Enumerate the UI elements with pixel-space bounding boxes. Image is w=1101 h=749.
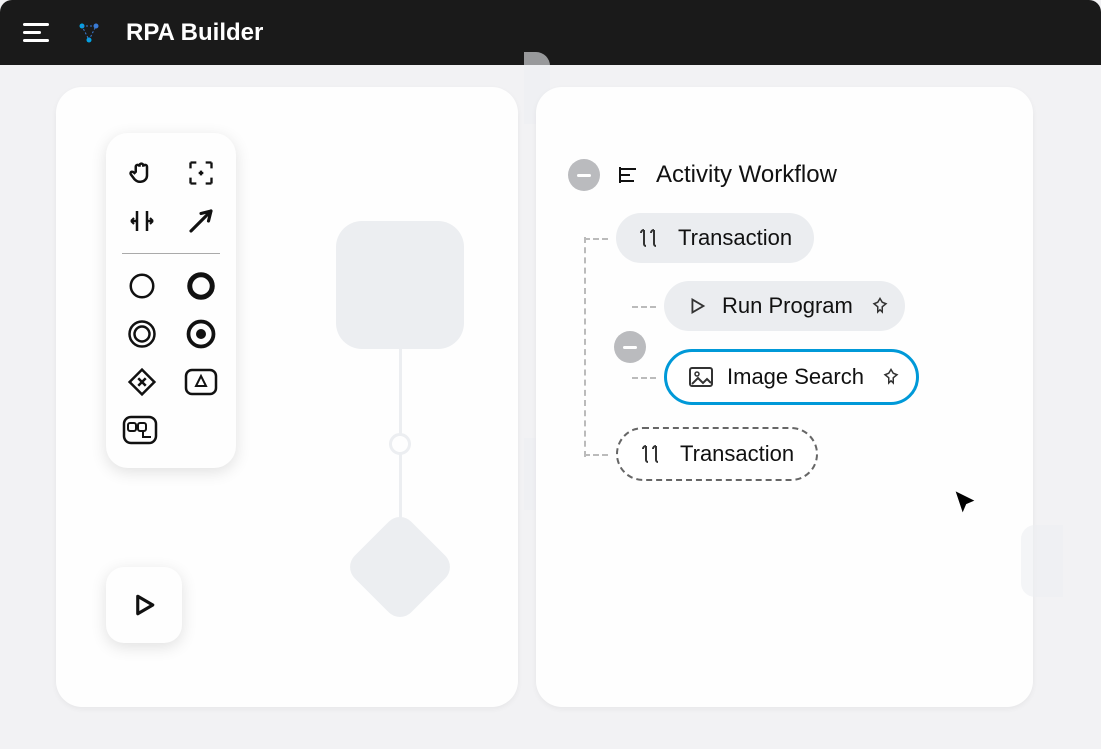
play-button[interactable] [106, 567, 182, 643]
canvas-connection-point[interactable] [389, 433, 411, 455]
tool-triangle-box[interactable] [183, 364, 219, 400]
pin-icon[interactable] [882, 368, 900, 386]
circle-icon [127, 271, 157, 301]
hand-icon [127, 158, 157, 188]
tool-hand[interactable] [124, 155, 160, 191]
canvas-panel [56, 87, 518, 707]
toolbox-separator [122, 253, 220, 254]
node-label: Run Program [722, 293, 853, 319]
node-label: Transaction [680, 441, 794, 467]
crop-icon [187, 159, 215, 187]
top-bar: RPA Builder [0, 0, 1101, 65]
tool-arrow[interactable] [183, 203, 219, 239]
app-title: RPA Builder [126, 19, 263, 47]
workflow-panel: Activity Workflow Transaction Run Progra… [536, 87, 1033, 707]
tool-target[interactable] [183, 316, 219, 352]
tool-circle-bold[interactable] [183, 268, 219, 304]
circle-bold-icon [186, 271, 216, 301]
ring-icon [127, 319, 157, 349]
main-area: Activity Workflow Transaction Run Progra… [0, 65, 1101, 749]
workflow-node-image-search[interactable]: Image Search [664, 349, 919, 405]
menu-button[interactable] [20, 17, 52, 49]
tool-circle[interactable] [124, 268, 160, 304]
menu-icon [23, 23, 49, 43]
workflow-node-transaction[interactable]: Transaction [616, 213, 814, 263]
node-label: Transaction [678, 225, 792, 251]
play-icon [129, 590, 159, 620]
workflow-icon [616, 163, 640, 187]
node-label: Image Search [727, 364, 864, 390]
play-icon [686, 295, 708, 317]
triangle-box-icon [184, 368, 218, 396]
panel-icon [122, 415, 158, 445]
image-icon [689, 367, 713, 387]
transaction-icon [640, 443, 666, 465]
arrow-icon [186, 206, 216, 236]
toolbox [106, 133, 236, 468]
tool-diamond-x[interactable] [124, 364, 160, 400]
align-icon [127, 207, 157, 235]
diamond-x-icon [127, 367, 157, 397]
collapse-button[interactable] [614, 331, 646, 363]
workflow-node-transaction-placeholder[interactable]: Transaction [616, 427, 818, 481]
app-logo-icon [76, 20, 102, 46]
tool-ring[interactable] [124, 316, 160, 352]
workflow-title: Activity Workflow [656, 161, 837, 189]
transaction-icon [638, 227, 664, 249]
cursor-icon [951, 489, 979, 517]
peek-block [1021, 525, 1063, 597]
target-icon [186, 319, 216, 349]
canvas-diamond-node[interactable] [343, 510, 456, 623]
tool-align[interactable] [124, 203, 160, 239]
tool-crop[interactable] [183, 155, 219, 191]
tool-panel[interactable] [122, 412, 158, 448]
pin-icon[interactable] [871, 297, 889, 315]
collapse-button[interactable] [568, 159, 600, 191]
canvas-rect-node[interactable] [336, 221, 464, 349]
workflow-node-run-program[interactable]: Run Program [664, 281, 905, 331]
